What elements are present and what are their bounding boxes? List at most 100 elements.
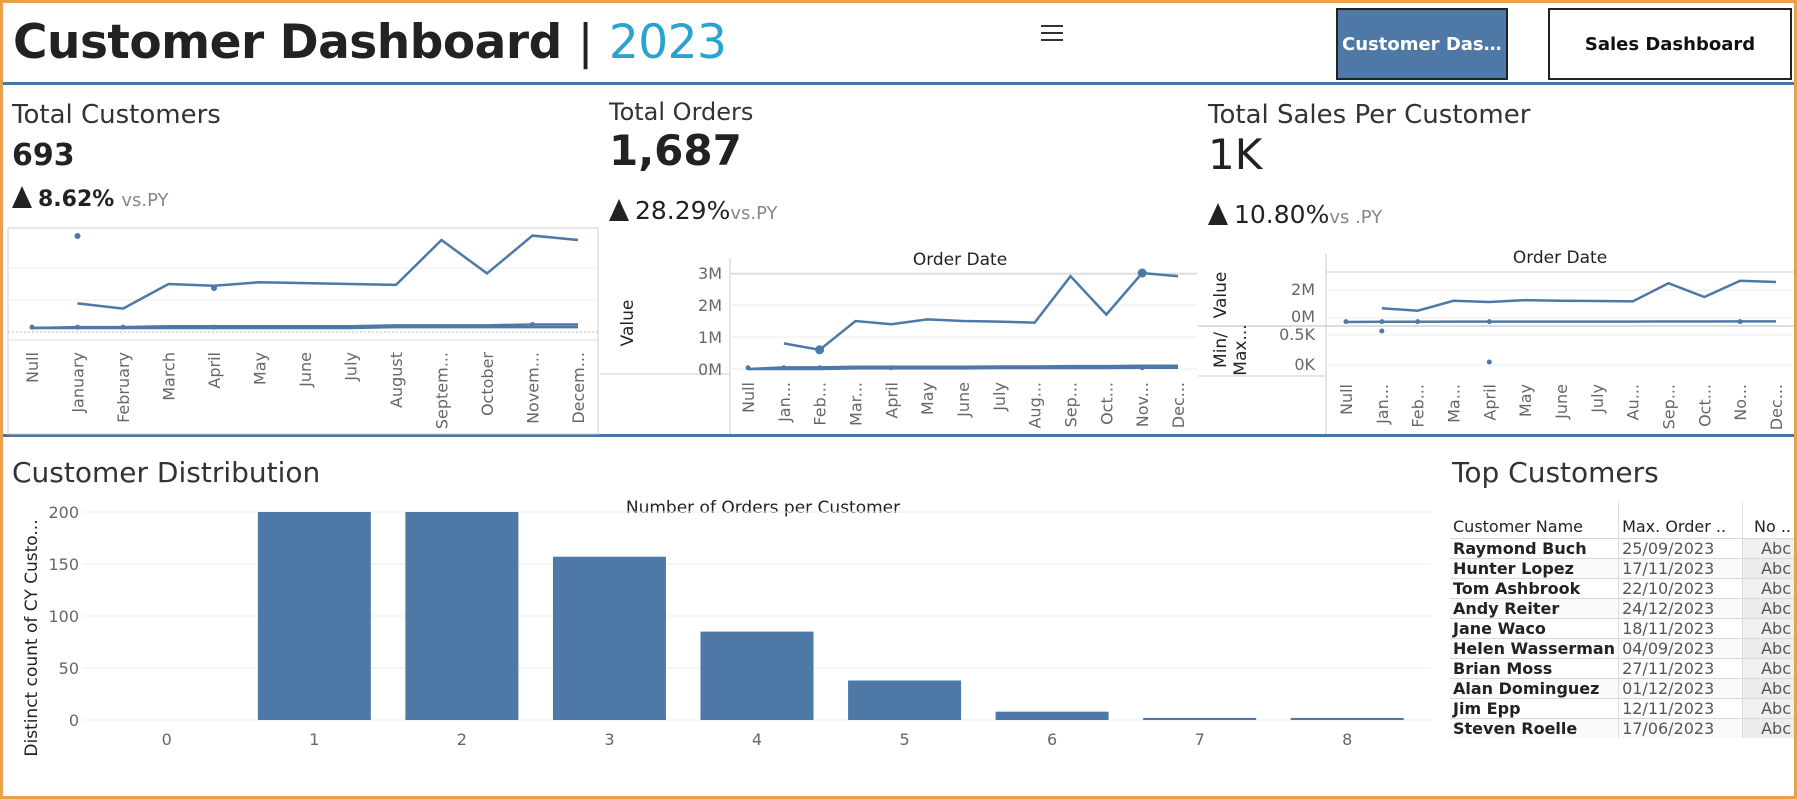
column-header-max-order[interactable]: Max. Order .. [1618, 502, 1744, 538]
y-tick-label: 0K [1294, 355, 1315, 374]
x-tick-label: Oct... [1097, 382, 1116, 425]
x-tick-label: Aug... [1026, 382, 1045, 429]
title-separator: | [577, 15, 594, 70]
no-cell: Abc [1742, 677, 1794, 698]
no-cell: Abc [1742, 657, 1794, 678]
table-row[interactable]: Alan Dominguez 01/12/2023 Abc [1450, 677, 1794, 698]
series-line-2 [32, 325, 578, 330]
bar-6 [995, 711, 1109, 720]
max-order-date-cell: 24/12/2023 [1618, 597, 1744, 618]
customer-name-cell: Steven Roelle [1450, 717, 1619, 738]
distribution-title: Customer Distribution [12, 456, 321, 489]
kpi-delta: 8.62% vs.PY [12, 186, 169, 212]
table-row[interactable]: Tom Ashbrook 22/10/2023 Abc [1450, 577, 1794, 598]
data-point [120, 324, 126, 330]
y-tick-label: 200 [48, 503, 79, 522]
table-row[interactable]: Brian Moss 27/11/2023 Abc [1450, 657, 1794, 678]
x-tick-label: Decem... [569, 352, 588, 424]
x-tick-label: Feb... [811, 382, 830, 426]
title-year: 2023 [608, 15, 727, 70]
table-row[interactable]: Hunter Lopez 17/11/2023 Abc [1450, 557, 1794, 578]
x-tick-label: Null [23, 352, 42, 383]
x-tick-label: Jan... [1373, 384, 1392, 425]
x-tick-label: April [205, 352, 224, 389]
top-customers-title: Top Customers [1452, 456, 1659, 489]
max-order-date-cell: 22/10/2023 [1618, 577, 1744, 598]
customer-name-cell: Hunter Lopez [1450, 557, 1619, 578]
customer-name-cell: Helen Wasserman [1450, 637, 1619, 658]
x-tick-label: February [114, 352, 133, 423]
x-tick-label: April [882, 382, 901, 419]
kpi-total-customers: Total Customers 693 8.62% vs.PY Null Janu… [3, 88, 599, 435]
kpi-title: Total Customers [12, 100, 221, 130]
up-arrow-icon [609, 199, 629, 221]
x-tick-label: Sep... [1062, 382, 1081, 427]
data-point [815, 345, 825, 355]
x-tick-label: Mar... [847, 382, 866, 426]
data-point [74, 233, 81, 239]
x-tick-label: June [1552, 384, 1571, 420]
customers-line-chart: Null January February March April May June July… [7, 227, 599, 435]
customer-name-cell: Tom Ashbrook [1450, 577, 1619, 598]
y-tick-label: 100 [48, 607, 79, 626]
table-row[interactable]: Helen Wasserman 04/09/2023 Abc [1450, 637, 1794, 658]
x-tick-label: No... [1731, 384, 1750, 421]
column-header-customer-name[interactable]: Customer Name [1450, 502, 1619, 538]
chart-border [7, 227, 599, 435]
kpi-value: 693 [12, 138, 75, 173]
x-tick-label: July [342, 352, 361, 382]
x-tick-label: 6 [1047, 730, 1057, 749]
x-tick-label: Null [1337, 384, 1356, 415]
data-point [1139, 365, 1145, 371]
no-cell: Abc [1742, 617, 1794, 638]
series-line-2 [748, 366, 1178, 371]
x-tick-label: Sep... [1660, 384, 1679, 429]
y-tick-label: 1M [698, 328, 722, 347]
kpi-title: Total Orders [609, 98, 754, 126]
no-cell: Abc [1742, 697, 1794, 718]
max-order-date-cell: 17/06/2023 [1618, 717, 1744, 738]
customer-name-cell: Brian Moss [1450, 657, 1619, 678]
data-point [211, 285, 217, 291]
bar-7 [1143, 717, 1257, 720]
data-point [1486, 319, 1492, 325]
data-point [530, 321, 535, 327]
data-point [888, 365, 894, 371]
series-line-0 [1381, 279, 1777, 313]
bar-2 [405, 512, 519, 720]
y-tick-label: 0M [698, 360, 722, 379]
table-row[interactable]: Jane Waco 18/11/2023 Abc [1450, 617, 1794, 638]
kpi-title: Total Sales Per Customer [1208, 100, 1531, 130]
column-header-no[interactable]: No .. [1743, 502, 1794, 538]
nav-sales-dashboard-button[interactable]: Sales Dashboard [1548, 8, 1792, 80]
axis-header: Order Date [1513, 248, 1607, 268]
no-cell: Abc [1742, 637, 1794, 658]
data-point [1379, 319, 1385, 325]
table-row[interactable]: Raymond Buch 25/09/2023 Abc [1450, 537, 1794, 558]
nav-customer-dashboard-button[interactable]: Customer Dashboa... [1336, 8, 1508, 80]
no-cell: Abc [1742, 537, 1794, 558]
x-tick-label: August [387, 352, 406, 408]
x-tick-label: Oct... [1695, 384, 1714, 427]
y-tick-label: 150 [48, 555, 79, 574]
kpi-delta: 28.29%vs.PY [609, 196, 778, 225]
menu-icon[interactable] [1041, 25, 1065, 45]
x-tick-label: 7 [1195, 730, 1205, 749]
x-tick-label: May [918, 382, 937, 415]
table-row[interactable]: Andy Reiter 24/12/2023 Abc [1450, 597, 1794, 618]
table-row[interactable]: Jim Epp 12/11/2023 Abc [1450, 697, 1794, 718]
table-row[interactable]: Steven Roelle 17/06/2023 Abc [1450, 717, 1794, 738]
customer-name-cell: Raymond Buch [1450, 537, 1619, 558]
x-tick-label: July [990, 382, 1009, 412]
series-line-0 [783, 271, 1179, 352]
x-tick-label: 5 [899, 730, 909, 749]
bar-8 [1290, 717, 1404, 720]
up-arrow-icon [12, 186, 32, 208]
kpi-total-orders: Total Orders 1,687 28.29%vs.PY Order Dat… [600, 88, 1197, 434]
y-tick-label: 2M [698, 296, 722, 315]
x-tick-label: October [478, 352, 497, 416]
sales-line-chart: Order Date Value Min/Max... 2M 0M0.5K 0K Null J… [1198, 248, 1794, 434]
max-order-date-cell: 25/09/2023 [1618, 537, 1744, 558]
x-tick-label: Ma... [1445, 384, 1464, 423]
bar-5 [848, 680, 962, 720]
